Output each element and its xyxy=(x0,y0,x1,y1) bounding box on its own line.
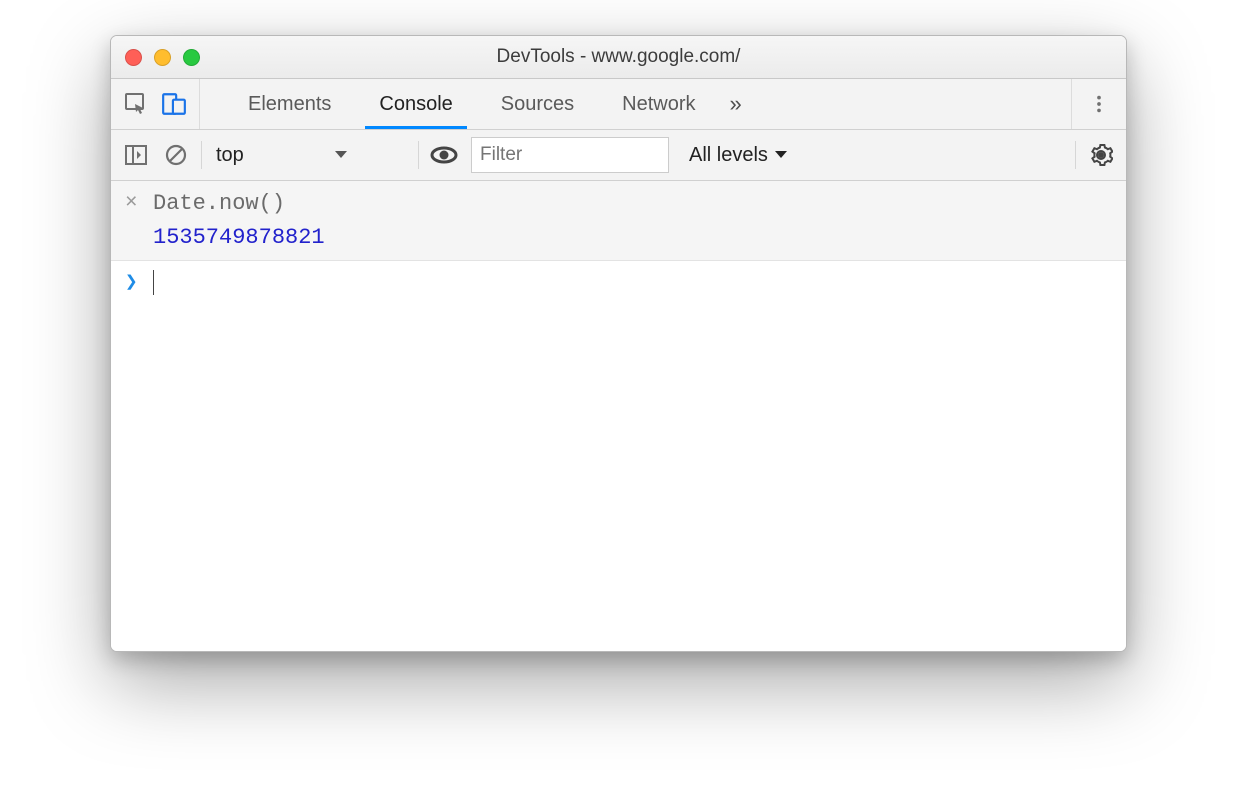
console-result[interactable]: 1535749878821 xyxy=(153,225,1112,250)
console-result-row: 1535749878821 xyxy=(111,221,1126,254)
minimize-window-button[interactable] xyxy=(154,49,171,66)
tabs-overflow-button[interactable]: » xyxy=(720,79,752,129)
console-toolbar: top All levels xyxy=(111,130,1126,181)
window-title: DevTools - www.google.com/ xyxy=(111,46,1126,68)
clear-console-icon[interactable] xyxy=(159,138,193,172)
execution-context-selector[interactable]: top xyxy=(210,144,354,167)
inspect-element-icon[interactable] xyxy=(119,87,153,121)
inspector-tabs: Elements Console Sources Network » xyxy=(200,79,752,129)
delete-entry-icon[interactable]: × xyxy=(125,191,153,217)
device-toggle-icon[interactable] xyxy=(157,87,191,121)
console-filter-input[interactable] xyxy=(471,137,669,173)
zoom-window-button[interactable] xyxy=(183,49,200,66)
tab-elements[interactable]: Elements xyxy=(224,79,355,129)
console-entry: × Date.now() 1535749878821 xyxy=(111,181,1126,261)
log-levels-label: All levels xyxy=(689,144,768,167)
tab-sources[interactable]: Sources xyxy=(477,79,598,129)
console-expression-row: × Date.now() xyxy=(111,187,1126,221)
devtools-window: DevTools - www.google.com/ xyxy=(110,35,1127,652)
live-expression-icon[interactable] xyxy=(427,138,461,172)
window-controls xyxy=(125,49,200,66)
log-levels-selector[interactable]: All levels xyxy=(679,144,798,167)
kebab-menu-icon[interactable] xyxy=(1082,87,1116,121)
inspector-right-controls xyxy=(1071,79,1126,129)
close-window-button[interactable] xyxy=(125,49,142,66)
prompt-chevron-icon: ❯ xyxy=(125,269,153,295)
text-cursor xyxy=(153,270,154,295)
chevron-down-icon xyxy=(774,150,788,160)
console-settings-icon[interactable] xyxy=(1084,138,1118,172)
inspector-tabs-toolbar: Elements Console Sources Network » xyxy=(111,79,1126,130)
console-prompt[interactable]: ❯ xyxy=(111,261,1126,303)
tab-network[interactable]: Network xyxy=(598,79,719,129)
chevron-down-icon xyxy=(334,150,348,160)
toggle-sidebar-icon[interactable] xyxy=(119,138,153,172)
console-output: × Date.now() 1535749878821 ❯ xyxy=(111,181,1126,651)
execution-context-label: top xyxy=(216,144,244,167)
tab-console[interactable]: Console xyxy=(355,79,476,129)
titlebar: DevTools - www.google.com/ xyxy=(111,36,1126,79)
console-expression[interactable]: Date.now() xyxy=(153,191,1112,216)
inspector-left-controls xyxy=(111,79,200,129)
